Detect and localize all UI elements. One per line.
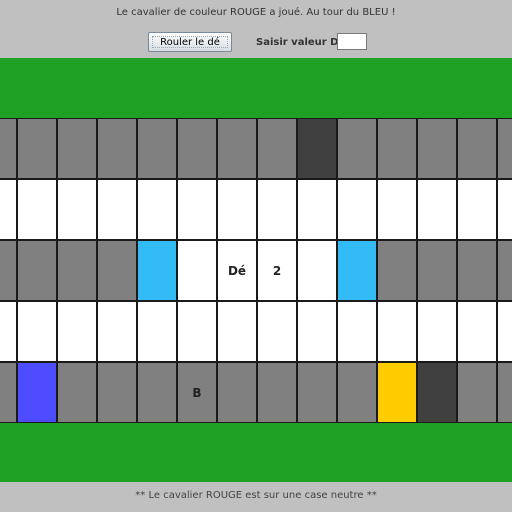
board-square-white[interactable] <box>0 301 17 362</box>
board-square-gray[interactable] <box>337 362 377 423</box>
board-square-white[interactable] <box>497 301 512 362</box>
board-square-gray[interactable] <box>217 118 257 179</box>
board-square-white[interactable] <box>57 179 97 240</box>
board-square-gray[interactable] <box>257 362 297 423</box>
board-square-white[interactable] <box>297 179 337 240</box>
board-square-gray[interactable] <box>337 118 377 179</box>
board-square-gray[interactable] <box>0 362 17 423</box>
board-square-gray[interactable] <box>497 118 512 179</box>
board-square-white[interactable] <box>377 301 417 362</box>
board-square-gray[interactable] <box>137 118 177 179</box>
board-square-cyan[interactable] <box>137 240 177 301</box>
board-square-gray[interactable] <box>377 240 417 301</box>
board-square-gray[interactable] <box>217 362 257 423</box>
board-square-gray[interactable] <box>297 362 337 423</box>
board-square-gray[interactable] <box>57 362 97 423</box>
board-square-gray[interactable] <box>57 118 97 179</box>
board-square-gray[interactable]: B <box>177 362 217 423</box>
board-square-white[interactable] <box>297 301 337 362</box>
board-square-gray[interactable] <box>17 240 57 301</box>
board-square-white[interactable] <box>257 179 297 240</box>
board-square-gray[interactable] <box>97 240 137 301</box>
board-square-dark[interactable] <box>297 118 337 179</box>
square-label: Dé <box>227 263 247 278</box>
board-square-gray[interactable] <box>417 118 457 179</box>
board-square-gray[interactable] <box>497 240 512 301</box>
board-square-gray[interactable] <box>457 362 497 423</box>
board-square-white[interactable] <box>57 301 97 362</box>
board-square-white[interactable] <box>337 301 377 362</box>
board-square-white[interactable]: Dé <box>217 240 257 301</box>
board-square-gray[interactable] <box>0 118 17 179</box>
board-square-white[interactable] <box>17 301 57 362</box>
board-square-white[interactable] <box>177 301 217 362</box>
board-square-white[interactable]: 2 <box>257 240 297 301</box>
board-square-gray[interactable] <box>457 240 497 301</box>
board-square-blue[interactable] <box>17 362 57 423</box>
roll-dice-button[interactable]: Rouler le dé <box>148 32 232 52</box>
board-square-white[interactable] <box>417 301 457 362</box>
board-square-white[interactable] <box>257 301 297 362</box>
board-square-gray[interactable] <box>457 118 497 179</box>
board-square-white[interactable] <box>137 179 177 240</box>
green-zone-bottom <box>0 423 512 482</box>
board-square-white[interactable] <box>337 179 377 240</box>
board-square-white[interactable] <box>217 179 257 240</box>
square-label: 2 <box>272 263 282 278</box>
board-square-gray[interactable] <box>57 240 97 301</box>
game-board: Dé 2 B <box>0 118 512 423</box>
board-square-white[interactable] <box>137 301 177 362</box>
board-square-dark[interactable] <box>417 362 457 423</box>
board-square-white[interactable] <box>497 179 512 240</box>
status-message: Le cavalier de couleur ROUGE a joué. Au … <box>116 7 396 18</box>
board-square-white[interactable] <box>457 179 497 240</box>
dice-value-input[interactable] <box>337 33 367 50</box>
board-square-gray[interactable] <box>177 118 217 179</box>
board-square-gray[interactable] <box>17 118 57 179</box>
board-square-yellow[interactable] <box>377 362 417 423</box>
board-square-white[interactable] <box>417 179 457 240</box>
footer-status-message: ** Le cavalier ROUGE est sur une case ne… <box>135 490 377 501</box>
board-square-white[interactable] <box>17 179 57 240</box>
board-square-gray[interactable] <box>497 362 512 423</box>
board-square-gray[interactable] <box>257 118 297 179</box>
board-square-gray[interactable] <box>97 118 137 179</box>
board-square-gray[interactable] <box>417 240 457 301</box>
board-square-white[interactable] <box>457 301 497 362</box>
green-zone-top <box>0 58 512 118</box>
board-square-white[interactable] <box>97 179 137 240</box>
square-label: B <box>192 385 202 400</box>
board-square-gray[interactable] <box>97 362 137 423</box>
board-square-white[interactable] <box>297 240 337 301</box>
board-square-white[interactable] <box>177 179 217 240</box>
board-square-gray[interactable] <box>137 362 177 423</box>
board-square-white[interactable] <box>177 240 217 301</box>
board-square-gray[interactable] <box>0 240 17 301</box>
board-square-cyan[interactable] <box>337 240 377 301</box>
board-square-gray[interactable] <box>377 118 417 179</box>
board-square-white[interactable] <box>0 179 17 240</box>
board-square-white[interactable] <box>217 301 257 362</box>
board-square-white[interactable] <box>377 179 417 240</box>
board-square-white[interactable] <box>97 301 137 362</box>
